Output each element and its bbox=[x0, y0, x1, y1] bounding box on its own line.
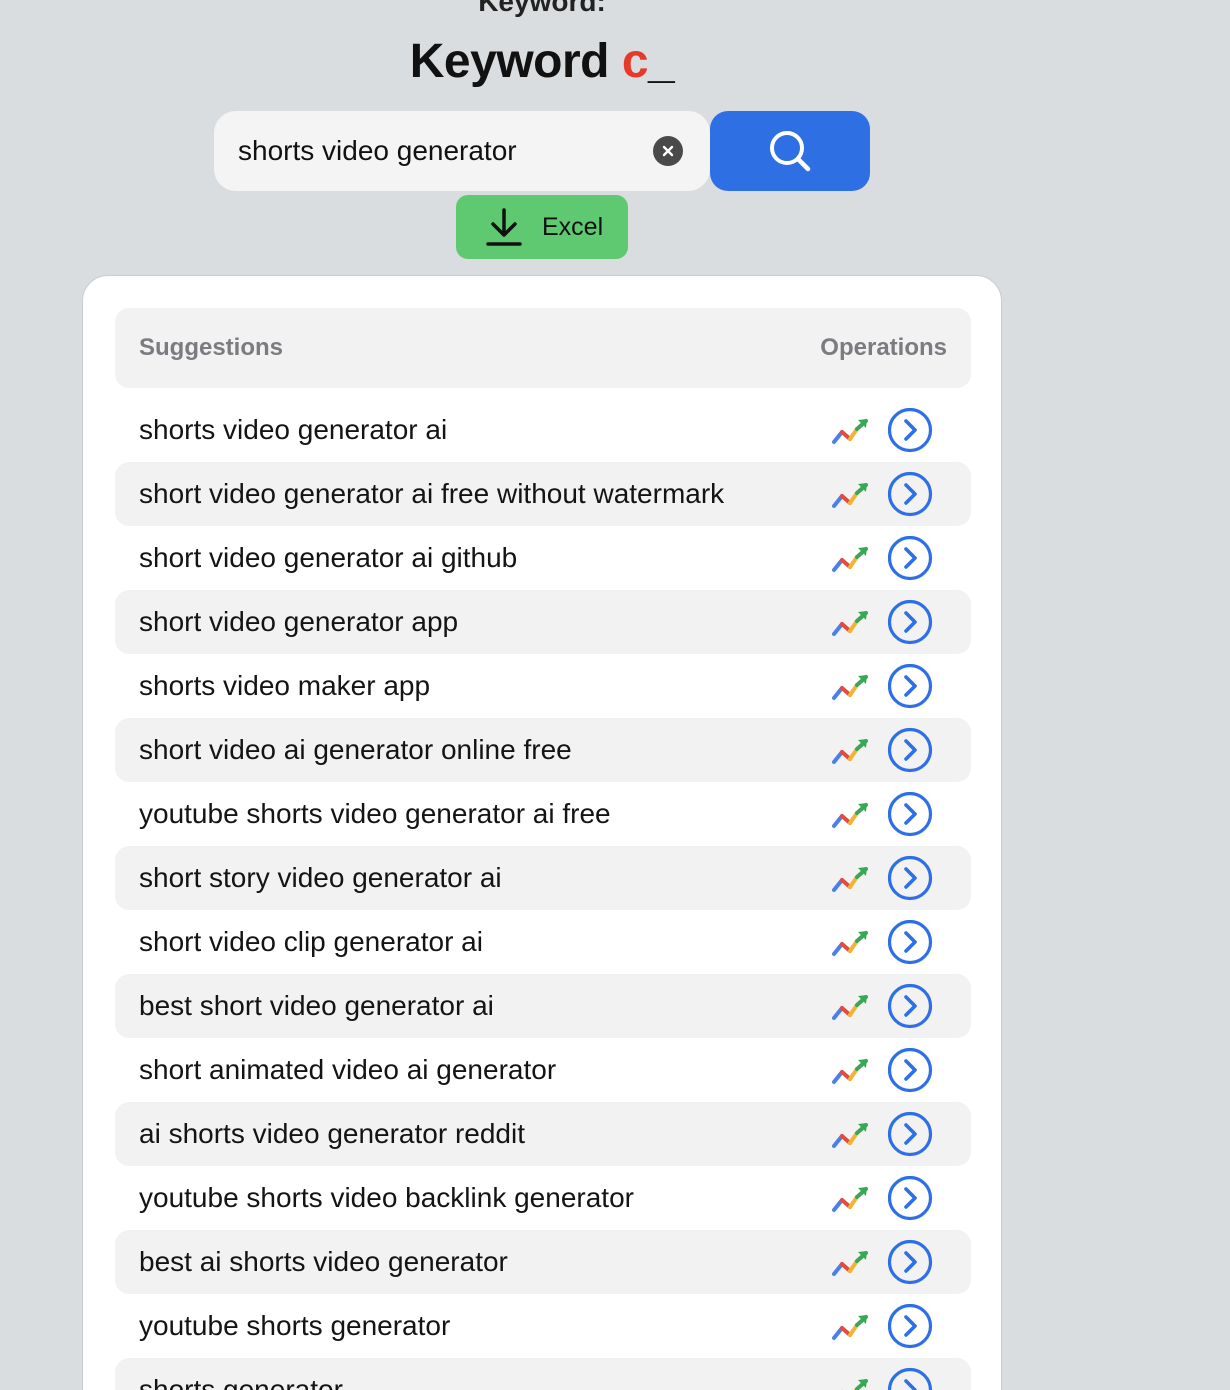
suggestion-text: youtube shorts video backlink generator bbox=[139, 1182, 634, 1213]
table-row: shorts video generator ai bbox=[115, 398, 971, 462]
suggestion-text: short story video generator ai bbox=[139, 862, 502, 893]
suggestion-text: youtube shorts video generator ai free bbox=[139, 798, 611, 829]
table-row: short video ai generator online free bbox=[115, 718, 971, 782]
chevron-right-circle-icon[interactable] bbox=[887, 471, 933, 517]
table-row: short video generator ai free without wa… bbox=[115, 462, 971, 526]
chevron-right-circle-icon[interactable] bbox=[887, 599, 933, 645]
table-row: youtube shorts video backlink generator bbox=[115, 1166, 971, 1230]
column-header-suggestions: Suggestions bbox=[139, 334, 284, 361]
trend-chart-icon[interactable] bbox=[831, 672, 871, 702]
trend-chart-icon[interactable] bbox=[831, 544, 871, 574]
trend-chart-icon[interactable] bbox=[831, 864, 871, 894]
table-row: best ai shorts video generator bbox=[115, 1230, 971, 1294]
table-row: short video generator app bbox=[115, 590, 971, 654]
trend-chart-icon[interactable] bbox=[831, 480, 871, 510]
trend-chart-icon[interactable] bbox=[831, 1184, 871, 1214]
trend-chart-icon[interactable] bbox=[831, 992, 871, 1022]
search-icon bbox=[770, 131, 811, 172]
trend-chart-icon[interactable] bbox=[831, 416, 871, 446]
trend-chart-icon[interactable] bbox=[831, 1376, 871, 1390]
search-input[interactable] bbox=[238, 131, 648, 171]
chevron-right-circle-icon[interactable] bbox=[887, 1367, 933, 1390]
suggestion-text: best ai shorts video generator bbox=[139, 1246, 508, 1277]
suggestion-text: short video clip generator ai bbox=[139, 926, 483, 957]
chevron-right-circle-icon[interactable] bbox=[887, 1303, 933, 1349]
title-cursor: _ bbox=[648, 35, 675, 88]
table-row: short animated video ai generator bbox=[115, 1038, 971, 1102]
export-label: Excel bbox=[542, 212, 604, 241]
suggestion-text: shorts video maker app bbox=[139, 670, 431, 701]
page: Keyword: Keyword c_ Excel Suggestions Op… bbox=[0, 0, 1230, 1390]
column-header-operations: Operations bbox=[820, 334, 947, 361]
table-row: short story video generator ai bbox=[115, 846, 971, 910]
chevron-right-circle-icon[interactable] bbox=[887, 983, 933, 1029]
chevron-right-circle-icon[interactable] bbox=[887, 727, 933, 773]
suggestion-text: shorts video generator ai bbox=[139, 414, 448, 445]
chevron-right-circle-icon[interactable] bbox=[887, 791, 933, 837]
trend-chart-icon[interactable] bbox=[831, 800, 871, 830]
export-excel-button[interactable]: Excel bbox=[456, 195, 628, 259]
table-row: best short video generator ai bbox=[115, 974, 971, 1038]
chevron-right-circle-icon[interactable] bbox=[887, 407, 933, 453]
previous-heading: Keyword: bbox=[478, 0, 606, 17]
suggestion-text: short animated video ai generator bbox=[139, 1054, 557, 1085]
trend-chart-icon[interactable] bbox=[831, 1056, 871, 1086]
title-accent: c bbox=[621, 35, 649, 88]
suggestion-text: youtube shorts generator bbox=[139, 1310, 451, 1341]
suggestion-text: best short video generator ai bbox=[139, 990, 494, 1021]
trend-chart-icon[interactable] bbox=[831, 928, 871, 958]
chevron-right-circle-icon[interactable] bbox=[887, 855, 933, 901]
trend-chart-icon[interactable] bbox=[831, 1312, 871, 1342]
chevron-right-circle-icon[interactable] bbox=[887, 1239, 933, 1285]
table-row: ai shorts video generator reddit bbox=[115, 1102, 971, 1166]
page-title: Keyword c_ bbox=[0, 34, 1084, 89]
chevron-right-circle-icon[interactable] bbox=[887, 1047, 933, 1093]
download-icon bbox=[486, 208, 522, 246]
table-row: short video generator ai github bbox=[115, 526, 971, 590]
suggestion-text: ai shorts video generator reddit bbox=[139, 1118, 525, 1149]
suggestion-text: short video ai generator online free bbox=[139, 734, 572, 765]
trend-chart-icon[interactable] bbox=[831, 1248, 871, 1278]
trend-chart-icon[interactable] bbox=[831, 608, 871, 638]
table-header: Suggestions Operations bbox=[115, 308, 971, 388]
chevron-right-circle-icon[interactable] bbox=[887, 535, 933, 581]
chevron-right-circle-icon[interactable] bbox=[887, 919, 933, 965]
suggestion-list: shorts video generator ai short video gen… bbox=[115, 398, 971, 1390]
close-icon bbox=[662, 145, 674, 157]
chevron-right-circle-icon[interactable] bbox=[887, 1175, 933, 1221]
trend-chart-icon[interactable] bbox=[831, 1120, 871, 1150]
table-row: shorts generator bbox=[115, 1358, 971, 1390]
title-main: Keyword bbox=[409, 35, 610, 88]
clear-button[interactable] bbox=[653, 136, 683, 166]
chevron-right-circle-icon[interactable] bbox=[887, 663, 933, 709]
search-box bbox=[214, 111, 710, 191]
table-row: youtube shorts generator bbox=[115, 1294, 971, 1358]
search-button[interactable] bbox=[710, 111, 870, 191]
suggestion-text: short video generator ai free without wa… bbox=[139, 478, 725, 509]
table-row: shorts video maker app bbox=[115, 654, 971, 718]
results-card: Suggestions Operations shorts video gene… bbox=[82, 275, 1002, 1390]
table-row: short video clip generator ai bbox=[115, 910, 971, 974]
suggestion-text: short video generator ai github bbox=[139, 542, 518, 573]
table-row: youtube shorts video generator ai free bbox=[115, 782, 971, 846]
trend-chart-icon[interactable] bbox=[831, 736, 871, 766]
suggestion-text: short video generator app bbox=[139, 606, 459, 637]
suggestion-text: shorts generator bbox=[139, 1374, 343, 1390]
chevron-right-circle-icon[interactable] bbox=[887, 1111, 933, 1157]
